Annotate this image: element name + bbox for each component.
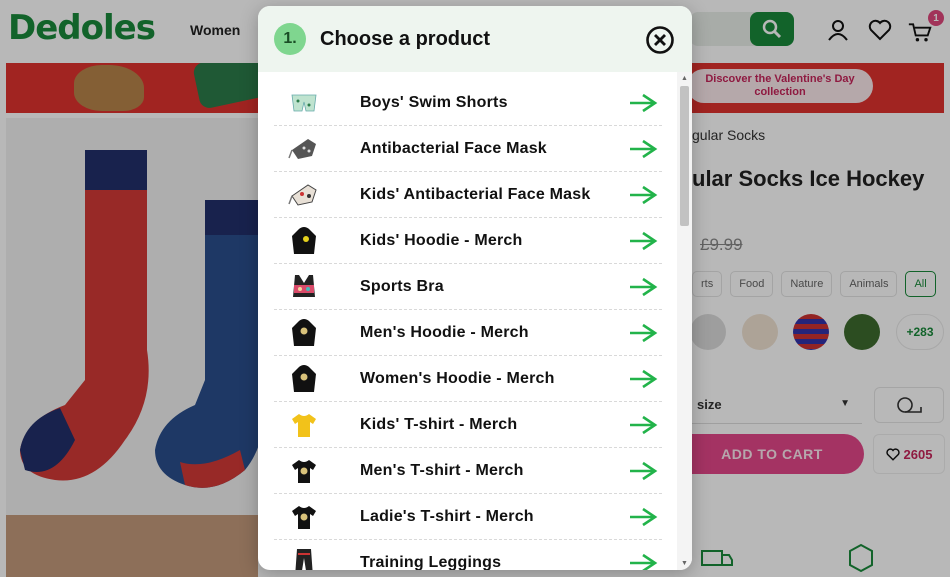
sports-bra-icon — [287, 272, 321, 302]
close-button[interactable] — [645, 25, 675, 55]
list-item-antibacterial-face-mask[interactable]: Antibacterial Face Mask — [274, 126, 662, 172]
arrow-right-icon — [630, 93, 658, 113]
item-label: Ladie's T-shirt - Merch — [360, 508, 534, 525]
item-label: Sports Bra — [360, 278, 444, 295]
arrow-right-icon — [630, 323, 658, 343]
item-label: Kids' T-shirt - Merch — [360, 416, 518, 433]
close-icon — [646, 26, 674, 54]
tshirt-icon — [287, 410, 321, 440]
list-item-mens-tshirt-merch[interactable]: Men's T-shirt - Merch — [274, 448, 662, 494]
list-item-mens-hoodie-merch[interactable]: Men's Hoodie - Merch — [274, 310, 662, 356]
item-label: Kids' Antibacterial Face Mask — [360, 186, 591, 203]
tshirt-icon — [287, 456, 321, 486]
item-label: Women's Hoodie - Merch — [360, 370, 555, 387]
item-label: Men's Hoodie - Merch — [360, 324, 529, 341]
list-item-kids-hoodie-merch[interactable]: Kids' Hoodie - Merch — [274, 218, 662, 264]
list-item-training-leggings[interactable]: Training Leggings — [274, 540, 662, 570]
list-item-boys-swim-shorts[interactable]: Boys' Swim Shorts — [274, 80, 662, 126]
arrow-right-icon — [630, 415, 658, 435]
arrow-right-icon — [630, 553, 658, 570]
arrow-right-icon — [630, 369, 658, 389]
tshirt-icon — [287, 502, 321, 532]
hoodie-icon — [287, 226, 321, 256]
item-label: Boys' Swim Shorts — [360, 94, 508, 111]
step-badge: 1. — [274, 23, 306, 55]
kids-face-mask-icon — [287, 180, 321, 210]
item-label: Men's T-shirt - Merch — [360, 462, 524, 479]
item-label: Training Leggings — [360, 554, 502, 570]
scroll-down-arrow[interactable]: ▼ — [681, 560, 688, 567]
leggings-icon — [287, 548, 321, 570]
arrow-right-icon — [630, 507, 658, 527]
arrow-right-icon — [630, 461, 658, 481]
hoodie-icon — [287, 364, 321, 394]
swim-shorts-icon — [287, 88, 321, 118]
modal-header: 1. Choose a product — [258, 6, 692, 72]
arrow-right-icon — [630, 185, 658, 205]
choose-product-modal: 1. Choose a product Boys' Swim Shorts An… — [258, 6, 692, 570]
scrollbar[interactable]: ▲ ▼ — [677, 72, 692, 570]
list-item-ladies-tshirt-merch[interactable]: Ladie's T-shirt - Merch — [274, 494, 662, 540]
product-list: Boys' Swim Shorts Antibacterial Face Mas… — [274, 80, 662, 570]
scroll-up-arrow[interactable]: ▲ — [681, 75, 688, 82]
item-label: Kids' Hoodie - Merch — [360, 232, 523, 249]
item-label: Antibacterial Face Mask — [360, 140, 547, 157]
list-item-sports-bra[interactable]: Sports Bra — [274, 264, 662, 310]
arrow-right-icon — [630, 231, 658, 251]
arrow-right-icon — [630, 139, 658, 159]
list-item-kids-tshirt-merch[interactable]: Kids' T-shirt - Merch — [274, 402, 662, 448]
arrow-right-icon — [630, 277, 658, 297]
modal-title: Choose a product — [320, 28, 491, 50]
hoodie-icon — [287, 318, 321, 348]
face-mask-icon — [287, 134, 321, 164]
list-item-kids-antibacterial-face-mask[interactable]: Kids' Antibacterial Face Mask — [274, 172, 662, 218]
list-item-womens-hoodie-merch[interactable]: Women's Hoodie - Merch — [274, 356, 662, 402]
scrollbar-thumb[interactable] — [680, 86, 689, 226]
